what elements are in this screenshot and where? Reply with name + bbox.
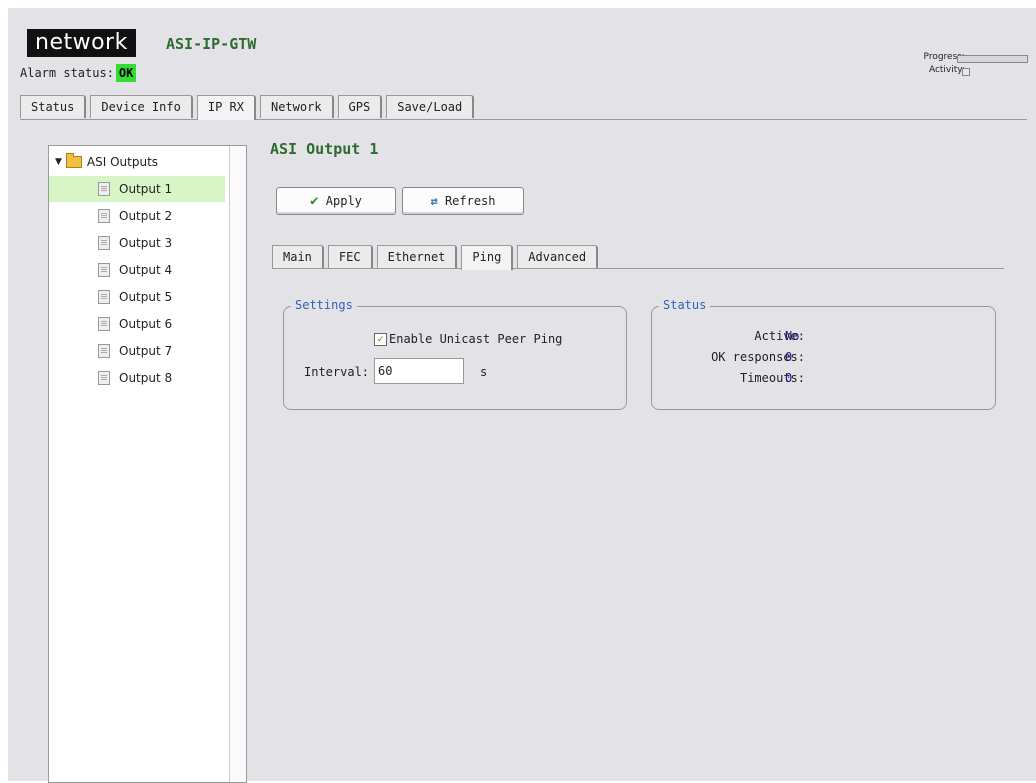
sub-tab-bar: Main FEC Ethernet Ping Advanced: [272, 245, 602, 270]
refresh-button-label: Refresh: [444, 194, 496, 208]
tab-gps[interactable]: GPS: [337, 95, 383, 118]
tree-item-label: Output 2: [119, 209, 173, 223]
file-icon: [98, 263, 110, 277]
tree-item-label: Output 1: [119, 182, 173, 196]
tree-root-asi-outputs[interactable]: ▼ ASI Outputs: [55, 152, 158, 172]
subtab-fec[interactable]: FEC: [327, 245, 373, 268]
progress-bar: [957, 55, 1028, 63]
file-icon: [98, 344, 110, 358]
interval-input[interactable]: 60: [374, 358, 464, 384]
tree-item-label: Output 5: [119, 290, 173, 304]
activity-indicator: [962, 68, 970, 76]
file-icon: [98, 371, 110, 385]
tab-status[interactable]: Status: [20, 95, 87, 118]
active-value: No: [785, 329, 800, 343]
refresh-button[interactable]: ⇄ Refresh: [402, 187, 524, 215]
apply-button[interactable]: ✔ Apply: [276, 187, 396, 215]
subtab-ping[interactable]: Ping: [461, 245, 514, 270]
interval-unit: s: [480, 365, 488, 379]
file-icon: [98, 290, 110, 304]
page-title: ASI Output 1: [270, 140, 379, 158]
settings-legend: Settings: [291, 298, 357, 312]
tree-item-output-3[interactable]: Output 3: [49, 230, 225, 256]
status-legend: Status: [659, 298, 711, 312]
output-tree: ▼ ASI Outputs Output 1 Output 2 Output 3…: [48, 145, 247, 783]
tree-item-label: Output 3: [119, 236, 173, 250]
checkmark-icon: ✔: [310, 193, 319, 209]
tree-item-output-4[interactable]: Output 4: [49, 257, 225, 283]
tab-ip-rx[interactable]: IP RX: [196, 95, 256, 120]
file-icon: [98, 182, 110, 196]
enable-unicast-peer-ping-checkbox[interactable]: ✓ Enable Unicast Peer Ping: [374, 332, 562, 346]
timeouts-value: 0: [785, 371, 793, 385]
tab-device-info[interactable]: Device Info: [90, 95, 193, 118]
interval-label: Interval:: [304, 365, 370, 379]
file-icon: [98, 209, 110, 223]
tree-item-output-2[interactable]: Output 2: [49, 203, 225, 229]
tree-scrollbar[interactable]: [229, 146, 246, 782]
apply-button-label: Apply: [325, 194, 362, 208]
subtab-main[interactable]: Main: [272, 245, 324, 268]
network-logo: network: [27, 29, 136, 57]
tree-item-output-5[interactable]: Output 5: [49, 284, 225, 310]
alarm-status-badge: OK: [115, 64, 137, 82]
tree-item-output-8[interactable]: Output 8: [49, 365, 225, 391]
file-icon: [98, 317, 110, 331]
subtab-ethernet[interactable]: Ethernet: [376, 245, 458, 268]
tab-save-load[interactable]: Save/Load: [386, 95, 475, 118]
tree-item-label: Output 6: [119, 317, 173, 331]
file-icon: [98, 236, 110, 250]
tree-item-label: Output 8: [119, 371, 173, 385]
activity-label: Activity:: [928, 65, 965, 75]
tree-item-output-6[interactable]: Output 6: [49, 311, 225, 337]
subtab-advanced[interactable]: Advanced: [517, 245, 599, 268]
alarm-status: Alarm status: OK: [20, 64, 137, 82]
product-name: ASI-IP-GTW: [166, 35, 257, 53]
timeouts-label: Timeouts:: [739, 371, 805, 385]
alarm-status-label: Alarm status:: [20, 66, 114, 80]
main-tabs-divider: [20, 119, 1027, 120]
enable-unicast-peer-ping-label: Enable Unicast Peer Ping: [389, 332, 563, 346]
tree-item-label: Output 7: [119, 344, 173, 358]
main-tab-bar: Status Device Info IP RX Network GPS Sav…: [20, 95, 478, 120]
tab-network[interactable]: Network: [259, 95, 334, 118]
refresh-icon: ⇄: [430, 194, 438, 208]
expand-arrow-icon[interactable]: ▼: [55, 152, 62, 172]
tree-item-output-7[interactable]: Output 7: [49, 338, 225, 364]
folder-open-icon: [65, 153, 82, 168]
tree-item-label: Output 4: [119, 263, 173, 277]
checkbox-checked-icon[interactable]: ✓: [374, 332, 387, 346]
ok-responses-value: 0: [785, 350, 793, 364]
status-group: Status Active: No OK responses: 0 Timeou…: [651, 298, 996, 410]
tree-item-output-1[interactable]: Output 1: [49, 176, 225, 202]
settings-group: Settings ✓ Enable Unicast Peer Ping Inte…: [283, 298, 627, 410]
tree-root-label: ASI Outputs: [86, 155, 159, 169]
